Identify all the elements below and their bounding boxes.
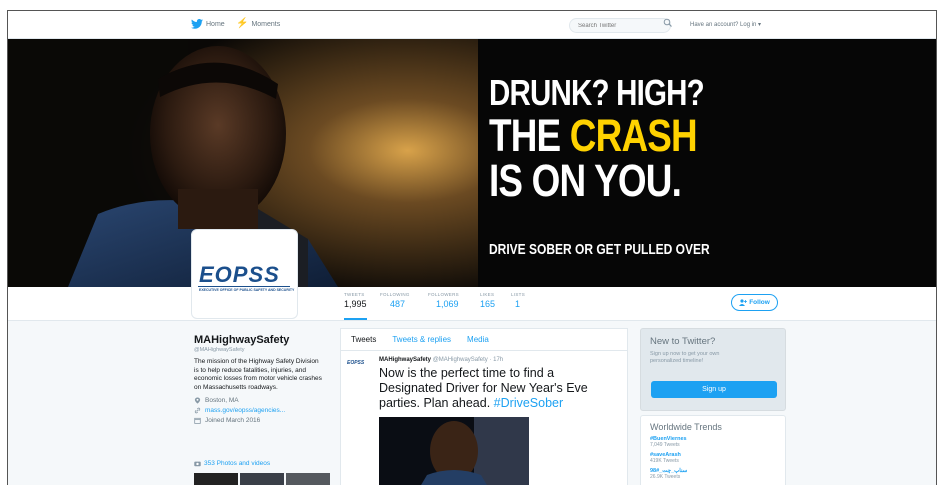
trends-title: Worldwide Trends	[650, 422, 722, 432]
stat-lists-value: 1	[515, 299, 521, 309]
profile-name[interactable]: MAHighwaySafety	[194, 334, 334, 346]
timeline: Tweets Tweets & replies Media EOPSS MAHi…	[340, 328, 628, 485]
nav-home-label: Home	[206, 20, 225, 28]
location-text: Boston, MA	[205, 397, 239, 404]
profile-website[interactable]: mass.gov/eopss/agencies...	[194, 407, 334, 414]
photo-thumbnail[interactable]	[286, 473, 330, 485]
headline-line-3: IS ON YOU.	[489, 155, 682, 206]
stat-lists[interactable]: LISTS 1	[511, 292, 525, 309]
nav-moments-label: Moments	[251, 20, 281, 28]
top-navigation: Home ⚡ Moments Have an account? Log in ▾	[8, 11, 936, 39]
tweet-header: MAHighwaySafety @MAHighwaySafety · 17h	[379, 357, 627, 363]
nav-home[interactable]: Home	[191, 19, 225, 29]
lightning-icon: ⚡	[236, 18, 249, 29]
nav-moments[interactable]: ⚡ Moments	[236, 19, 280, 29]
profile-location: Boston, MA	[194, 397, 334, 404]
new-to-twitter-module: New to Twitter? Sign up now to get your …	[640, 328, 786, 411]
twitter-bird-icon	[191, 19, 203, 29]
tab-media[interactable]: Media	[467, 335, 489, 344]
joined-text: Joined March 2016	[205, 417, 261, 424]
website-link[interactable]: mass.gov/eopss/agencies...	[205, 407, 285, 414]
new-to-twitter-subtitle: Sign up now to get your own personalized…	[650, 351, 720, 364]
profile-sidebar: MAHighwaySafety @MAHighwaySafety The mis…	[194, 334, 334, 424]
search-input[interactable]	[569, 18, 671, 33]
eopss-logo: EOPSS	[199, 262, 280, 287]
tab-tweets[interactable]: Tweets	[351, 335, 376, 344]
photos-and-videos-link[interactable]: 353 Photos and videos	[194, 460, 270, 467]
trend-item[interactable]: #saveArash 419K Tweets	[650, 452, 776, 464]
profile-joined: Joined March 2016	[194, 417, 334, 424]
link-icon	[194, 407, 201, 414]
photo-thumbnails	[194, 473, 330, 485]
stat-likes[interactable]: LIKES 165	[480, 292, 495, 309]
banner-headline: DRUNK? HIGH? THE CRASH IS ON YOU.	[489, 72, 751, 206]
tweet-media-image[interactable]	[379, 417, 529, 485]
trend-count: 7,049 Tweets	[650, 442, 680, 448]
header-banner: DRUNK? HIGH? THE CRASH IS ON YOU. DRIVE …	[8, 39, 936, 287]
stat-tweets-value: 1,995	[344, 299, 367, 309]
tweet-hashtag[interactable]: #DriveSober	[494, 396, 563, 410]
tweet-avatar[interactable]: EOPSS	[347, 360, 364, 366]
headline-line-1: DRUNK? HIGH?	[489, 72, 705, 113]
stat-followers[interactable]: FOLLOWERS 1,069	[428, 292, 459, 309]
headline-the: THE	[489, 110, 570, 161]
photos-count: 353 Photos and videos	[204, 460, 271, 467]
trend-count: 26.9K Tweets	[650, 474, 681, 480]
eopss-logo-subtitle: EXECUTIVE OFFICE OF PUBLIC SAFETY AND SE…	[199, 288, 295, 292]
stat-likes-label: LIKES	[480, 292, 495, 297]
photo-thumbnail[interactable]	[194, 473, 238, 485]
stat-followers-value: 1,069	[436, 299, 459, 309]
trend-item[interactable]: سناپ_چت_#98 26.9K Tweets	[650, 468, 776, 480]
tab-tweets-replies[interactable]: Tweets & replies	[392, 335, 451, 344]
new-to-twitter-title: New to Twitter?	[650, 336, 716, 347]
stat-tweets-label: TWEETS	[344, 292, 365, 297]
sign-up-button[interactable]: Sign up	[651, 381, 777, 398]
stat-tweets[interactable]: TWEETS 1,995	[344, 292, 367, 320]
banner-tagline: DRIVE SOBER OR GET PULLED OVER	[489, 241, 710, 258]
trend-item[interactable]: #BuenViernes 7,049 Tweets	[650, 436, 776, 448]
profile-handle[interactable]: @MAHighwaySafety	[194, 347, 334, 353]
stat-following-value: 487	[390, 299, 406, 309]
follow-button[interactable]: Follow	[731, 294, 778, 311]
calendar-icon	[194, 417, 201, 424]
location-pin-icon	[194, 397, 201, 404]
stat-likes-value: 165	[480, 299, 496, 309]
search-icon[interactable]	[663, 18, 673, 28]
timeline-tabs: Tweets Tweets & replies Media	[341, 329, 627, 351]
stat-lists-label: LISTS	[511, 292, 526, 297]
logo-divider	[198, 286, 290, 287]
tweet-item[interactable]: EOPSS MAHighwaySafety @MAHighwaySafety ·…	[341, 351, 627, 485]
tweet-author-handle[interactable]: @MAHighwaySafety · 17h	[433, 357, 503, 363]
profile-stats-bar: TWEETS 1,995 FOLLOWING 487 FOLLOWERS 1,0…	[8, 287, 936, 321]
login-link[interactable]: Have an account? Log in ▾	[690, 21, 761, 28]
tweet-author-name[interactable]: MAHighwaySafety	[379, 357, 431, 363]
profile-bio: The mission of the Highway Safety Divisi…	[194, 358, 322, 391]
stat-following-label: FOLLOWING	[380, 292, 410, 297]
headline-crash: CRASH	[569, 110, 698, 161]
camera-icon	[194, 461, 201, 467]
officer-photo-thumbnail	[379, 417, 529, 485]
follow-label: Follow	[749, 299, 770, 306]
stat-followers-label: FOLLOWERS	[428, 292, 459, 297]
trend-count: 419K Tweets	[650, 458, 679, 464]
headline-line-2: THE CRASH	[489, 113, 704, 158]
tweet-text: Now is the perfect time to find a Design…	[379, 366, 619, 411]
photo-thumbnail[interactable]	[240, 473, 284, 485]
browser-frame: Home ⚡ Moments Have an account? Log in ▾	[7, 10, 937, 485]
add-user-icon	[739, 299, 748, 306]
worldwide-trends-module: Worldwide Trends #BuenViernes 7,049 Twee…	[640, 415, 786, 485]
stat-following[interactable]: FOLLOWING 487	[380, 292, 410, 309]
profile-avatar[interactable]: EOPSS EXECUTIVE OFFICE OF PUBLIC SAFETY …	[191, 229, 298, 319]
